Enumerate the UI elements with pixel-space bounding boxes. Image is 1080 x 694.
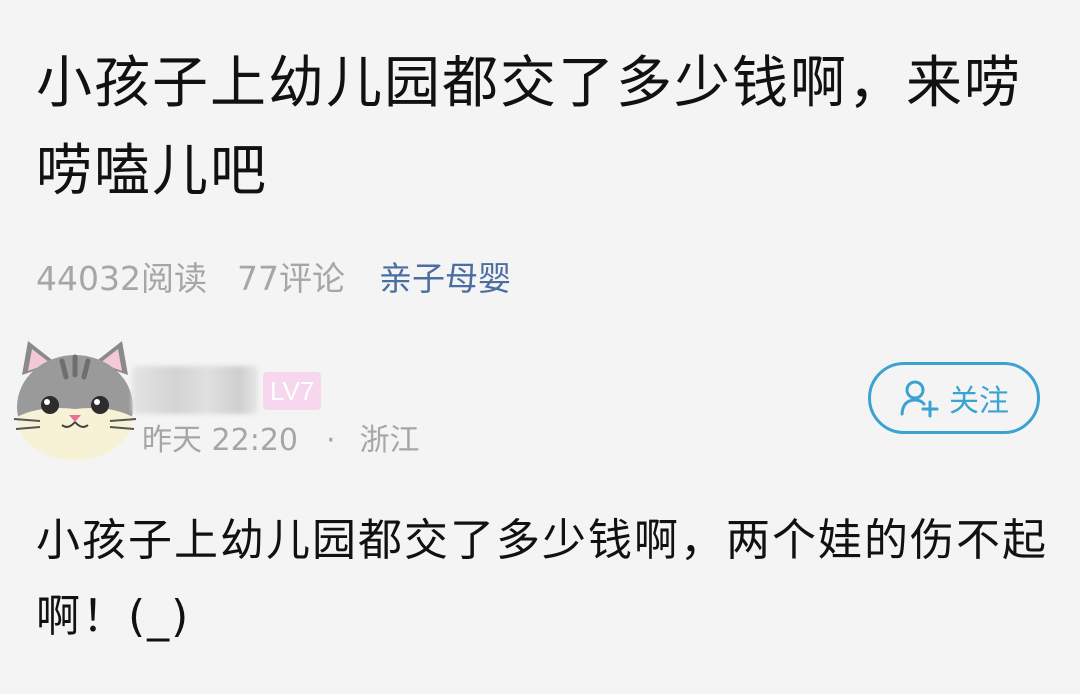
follow-label: 关注 <box>949 384 1009 419</box>
read-count: 44032阅读 <box>36 259 207 298</box>
author-name-blurred[interactable] <box>132 366 258 414</box>
cat-avatar-icon <box>13 341 137 461</box>
follow-button[interactable]: 关注 <box>868 362 1040 434</box>
comment-text: 小孩子上幼儿园都交了多少钱啊，两个娃的伤不起啊！(_) <box>36 515 1048 642</box>
post-title: 小孩子上幼儿园都交了多少钱啊，来唠唠嗑儿吧 <box>36 51 1022 204</box>
comment-time: 昨天 22:20 <box>142 423 298 458</box>
category-tag[interactable]: 亲子母婴 <box>379 252 511 300</box>
add-user-icon <box>900 380 939 418</box>
post-meta: 44032阅读 77评论 亲子母婴 <box>36 252 511 300</box>
comment-meta: 昨天 22:20 · 浙江 <box>142 420 420 462</box>
level-badge: LV7 <box>263 372 322 410</box>
comment-count[interactable]: 77评论 <box>237 252 345 300</box>
meta-separator: · <box>326 423 336 458</box>
comment-location: 浙江 <box>359 423 420 458</box>
avatar[interactable] <box>10 335 140 463</box>
